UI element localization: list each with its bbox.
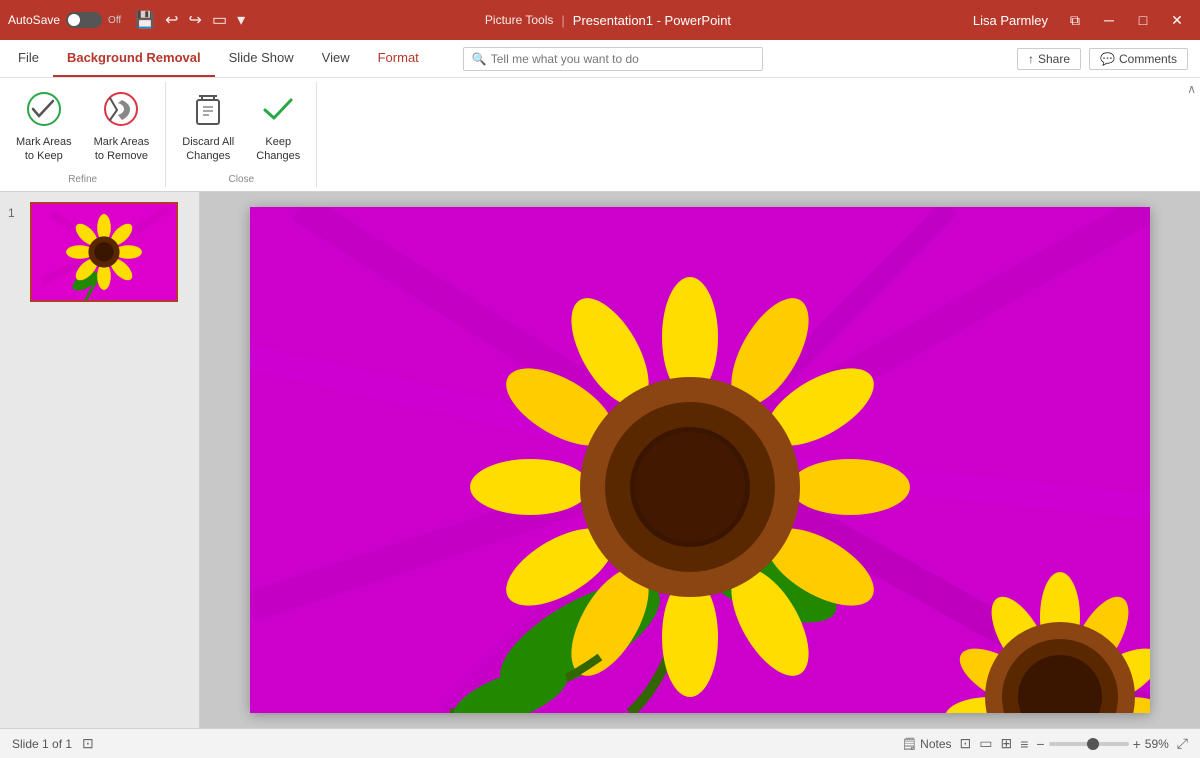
close-group-content: Discard AllChanges KeepChanges — [174, 82, 308, 172]
user-name: Lisa Parmley — [973, 13, 1048, 28]
tab-background-removal[interactable]: Background Removal — [53, 39, 215, 77]
main-area: 1 — [0, 192, 1200, 728]
slide-number: 1 — [8, 206, 24, 220]
zoom-control: − + 59% — [1036, 736, 1168, 752]
mark-remove-icon — [102, 90, 140, 133]
search-box[interactable]: 🔍 Tell me what you want to do — [463, 47, 763, 71]
mark-keep-label: Mark Areasto Keep — [16, 135, 72, 164]
canvas-area[interactable] — [200, 192, 1200, 728]
refine-group: Mark Areasto Keep Mark Areasto Remove — [0, 82, 166, 187]
close-button[interactable]: ✕ — [1162, 0, 1192, 40]
slide-image — [250, 207, 1150, 713]
keep-changes-icon — [259, 90, 297, 133]
undo-icon[interactable]: ↩ — [165, 10, 178, 30]
share-label: Share — [1038, 52, 1070, 66]
close-group-label: Close — [174, 172, 308, 187]
comments-button[interactable]: 💬 Comments — [1089, 48, 1188, 70]
slide-thumb-image — [32, 204, 176, 300]
share-button[interactable]: ↑ Share — [1017, 48, 1081, 70]
comments-label: Comments — [1119, 52, 1177, 66]
status-right: 🗒 Notes ⊡ ▭ ⊞ ≡ − + 59% ⤢ — [902, 735, 1188, 752]
dropdown-arrow[interactable]: ▾ — [237, 10, 245, 30]
mark-areas-keep-button[interactable]: Mark Areasto Keep — [8, 86, 80, 168]
refine-group-content: Mark Areasto Keep Mark Areasto Remove — [8, 82, 157, 172]
comments-status-icon[interactable]: ⊡ — [960, 735, 972, 752]
toggle-knob — [68, 14, 80, 26]
picture-tools-label: Picture Tools — [485, 13, 553, 27]
zoom-thumb[interactable] — [1087, 738, 1099, 750]
search-placeholder: Tell me what you want to do — [491, 52, 639, 66]
tab-slide-show[interactable]: Slide Show — [215, 39, 308, 77]
ribbon: File Background Removal Slide Show View … — [0, 40, 1200, 192]
refine-group-label: Refine — [8, 172, 157, 187]
close-group: Discard AllChanges KeepChanges Close — [166, 82, 317, 187]
restore-down-icon[interactable]: ⧉ — [1060, 0, 1090, 40]
keep-changes-button[interactable]: KeepChanges — [248, 86, 308, 168]
discard-icon — [189, 90, 227, 133]
autosave-area: AutoSave Off — [0, 12, 129, 28]
slide-thumbnail[interactable] — [30, 202, 178, 302]
search-icon: 🔍 — [472, 52, 487, 66]
view-slide-sorter-icon[interactable]: ⊞ — [1000, 735, 1012, 752]
keep-changes-label: KeepChanges — [256, 135, 300, 164]
maximize-button[interactable]: □ — [1128, 0, 1158, 40]
app-title: Presentation1 - PowerPoint — [573, 13, 731, 28]
autosave-label: AutoSave — [8, 13, 60, 27]
ribbon-tabs: File Background Removal Slide Show View … — [0, 40, 1200, 78]
save-icon[interactable]: 💾 — [135, 10, 155, 30]
list-item: 1 — [8, 202, 191, 302]
presentation-icon[interactable]: ▭ — [212, 10, 227, 30]
mark-areas-remove-button[interactable]: Mark Areasto Remove — [86, 86, 158, 168]
slide-canvas — [250, 207, 1150, 713]
discard-label: Discard AllChanges — [182, 135, 234, 164]
minimize-button[interactable]: ─ — [1094, 0, 1124, 40]
title-bar: AutoSave Off 💾 ↩ ↪ ▭ ▾ Picture Tools | P… — [0, 0, 1200, 40]
zoom-in-icon[interactable]: + — [1133, 736, 1141, 752]
mark-keep-icon — [25, 90, 63, 133]
slide-info: Slide 1 of 1 — [12, 737, 72, 751]
notes-button[interactable]: 🗒 Notes — [902, 737, 952, 751]
slide-status-icon[interactable]: ⊡ — [82, 735, 94, 752]
quick-access-toolbar: 💾 ↩ ↪ ▭ ▾ — [129, 10, 251, 30]
redo-icon[interactable]: ↪ — [189, 10, 202, 30]
mark-remove-label: Mark Areasto Remove — [94, 135, 150, 164]
title-right: Lisa Parmley ⧉ ─ □ ✕ — [965, 0, 1200, 40]
comments-icon: 💬 — [1100, 52, 1115, 66]
ribbon-content: Mark Areasto Keep Mark Areasto Remove — [0, 78, 1200, 191]
status-left: Slide 1 of 1 ⊡ — [12, 735, 94, 752]
tab-file[interactable]: File — [4, 39, 53, 77]
notes-icon: 🗒 — [902, 737, 917, 751]
ribbon-collapse-button[interactable]: ∧ — [1187, 82, 1196, 96]
fit-to-window-icon[interactable]: ⤢ — [1177, 735, 1188, 752]
discard-changes-button[interactable]: Discard AllChanges — [174, 86, 242, 168]
view-reading-icon[interactable]: ≡ — [1020, 736, 1028, 752]
share-icon: ↑ — [1028, 52, 1034, 66]
notes-label: Notes — [920, 737, 951, 751]
toggle-state: Off — [108, 15, 121, 26]
tab-format[interactable]: Format — [364, 39, 433, 77]
ribbon-actions: ↑ Share 💬 Comments — [1017, 48, 1196, 70]
view-normal-icon[interactable]: ▭ — [979, 735, 992, 752]
zoom-track[interactable] — [1049, 742, 1129, 746]
status-bar: Slide 1 of 1 ⊡ 🗒 Notes ⊡ ▭ ⊞ ≡ − + 59% ⤢ — [0, 728, 1200, 758]
title-center: Picture Tools | Presentation1 - PowerPoi… — [251, 13, 965, 28]
slide-panel: 1 — [0, 192, 200, 728]
autosave-toggle[interactable] — [66, 12, 102, 28]
tab-view[interactable]: View — [308, 39, 364, 77]
zoom-percent: 59% — [1145, 737, 1169, 751]
zoom-out-icon[interactable]: − — [1036, 736, 1044, 752]
